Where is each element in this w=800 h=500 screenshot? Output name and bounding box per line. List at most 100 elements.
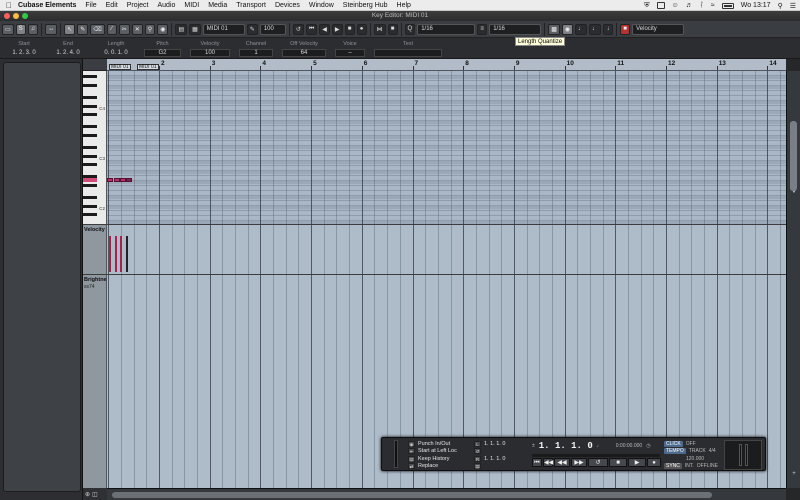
sync-row[interactable]: SYNC INT. OFFLINE	[664, 463, 720, 471]
solo-icon[interactable]: S	[15, 23, 26, 35]
right-locator-row[interactable]: R 1. 1. 1. 0	[474, 455, 530, 463]
go-to-start-icon[interactable]: ⏮	[305, 23, 318, 35]
add-lane-icon[interactable]: ⊕	[85, 491, 90, 498]
display-icon[interactable]	[656, 2, 665, 9]
cycle-icon[interactable]: ↺	[474, 448, 481, 455]
black-key[interactable]	[83, 125, 97, 129]
battery-icon[interactable]	[721, 2, 734, 9]
step-input-icon[interactable]: ▩	[548, 23, 560, 35]
velocity-bar[interactable]	[115, 236, 117, 272]
cycle-button[interactable]: ↺	[588, 458, 608, 467]
info-velocity-value[interactable]: 100	[190, 49, 230, 57]
part-list-icon[interactable]: ▦	[189, 23, 201, 35]
quantize-icon[interactable]: Q	[404, 23, 416, 35]
velocity-bar[interactable]	[109, 236, 111, 272]
info-start[interactable]: Start 1. 2. 3. 0	[4, 38, 44, 59]
black-key[interactable]	[83, 133, 97, 137]
search-icon[interactable]: ⚲	[778, 2, 783, 10]
ruler[interactable]: MIDI 01 MIDI 01 2 3 4 5 6 7 8 9 10 11 12 13 14	[107, 59, 786, 71]
stop-icon[interactable]: ■	[344, 23, 355, 35]
volume-icon[interactable]: ♬	[686, 2, 693, 9]
black-key[interactable]	[83, 183, 97, 187]
info-text-value[interactable]	[374, 49, 442, 57]
record-icon[interactable]: ●	[356, 23, 367, 35]
horizontal-scrollbar[interactable]	[107, 488, 786, 500]
object-selection-tool-icon[interactable]: ↖	[64, 23, 76, 35]
start-at-left-loc-label[interactable]: Start at Left Loc	[418, 448, 457, 454]
color-tool-icon[interactable]: ◉	[157, 23, 169, 35]
close-window-button[interactable]	[4, 13, 10, 19]
velocity-bar[interactable]	[126, 236, 128, 272]
tempo-row[interactable]: TEMPO TRACK 4/4	[664, 448, 720, 456]
time-signature[interactable]: 4/4	[709, 448, 716, 454]
wifi-icon[interactable]: ≈	[711, 2, 715, 9]
sync-tag[interactable]: SYNC	[664, 463, 682, 470]
menu-window[interactable]: Window	[309, 2, 334, 9]
rewind-icon[interactable]: ◀	[319, 23, 330, 35]
go-to-start-button[interactable]: ⏮	[532, 458, 542, 467]
position-slider[interactable]	[532, 454, 660, 457]
info-length-value[interactable]: 0. 0. 1. 0	[96, 50, 136, 56]
menu-transport[interactable]: Transport	[236, 2, 266, 9]
vertical-scroll-thumb[interactable]	[790, 121, 797, 191]
solo-editor-button[interactable]: ▭	[2, 23, 14, 35]
info-text[interactable]: Text	[370, 38, 446, 59]
menu-audio[interactable]: Audio	[158, 2, 176, 9]
mute-tool-icon[interactable]: ✕	[131, 23, 143, 35]
punch-icon[interactable]: ◉	[408, 440, 415, 447]
velocity-bar[interactable]	[120, 236, 122, 272]
info-voice-value[interactable]: –	[335, 49, 365, 57]
split-tool-icon[interactable]: ✂	[118, 23, 130, 35]
black-key[interactable]	[83, 196, 97, 200]
menu-midi[interactable]: MIDI	[184, 2, 199, 9]
velocity-icon[interactable]: ↓	[603, 23, 614, 35]
info-pitch[interactable]: Pitch G2	[140, 38, 185, 59]
app-menu[interactable]: Cubase Elements	[18, 2, 76, 9]
quantize-presets-select[interactable]: 1/16	[417, 23, 476, 35]
start-at-left-loc-row[interactable]: ↞ Start at Left Loc	[408, 448, 472, 456]
tempo-value[interactable]: 120.000	[686, 456, 704, 462]
stop-button[interactable]: ■	[609, 458, 627, 467]
tempo-value-row[interactable]: 120.000	[664, 455, 720, 463]
zoom-in-vertical-icon[interactable]: +	[789, 471, 799, 479]
piano-keyboard[interactable]: C4 C3 C2	[83, 71, 107, 224]
black-key[interactable]	[83, 104, 97, 108]
keep-history-label[interactable]: Keep History	[418, 456, 450, 462]
menu-steinberg-hub[interactable]: Steinberg Hub	[343, 2, 388, 9]
keep-history-row[interactable]: ▤ Keep History	[408, 455, 472, 463]
edit-active-part-icon[interactable]: ✎	[246, 23, 258, 35]
shield-icon[interactable]: ⛨	[644, 2, 649, 10]
locator-icon[interactable]: ↞	[408, 448, 415, 455]
primary-time-display[interactable]: 1. 1. 1. 0	[539, 441, 593, 451]
length-quantize-select[interactable]: 1/16	[489, 23, 542, 35]
left-locator-value[interactable]: 1. 1. 1. 0	[484, 441, 505, 447]
info-start-value[interactable]: 1. 2. 3. 0	[4, 50, 44, 56]
nudge-icon[interactable]: ±	[532, 443, 535, 449]
horizontal-scroll-thumb[interactable]	[112, 492, 712, 498]
forward-icon[interactable]: ▶	[331, 23, 343, 35]
snap-on-off-icon[interactable]: ⋈	[373, 23, 386, 35]
black-key[interactable]	[83, 75, 97, 79]
black-key[interactable]	[83, 113, 97, 116]
draw-tool-icon[interactable]: ✎	[77, 23, 89, 35]
black-key[interactable]	[83, 96, 97, 100]
person-icon[interactable]: ☺	[672, 2, 679, 9]
black-key[interactable]	[83, 213, 97, 216]
velocity-lane-header[interactable]: Velocity	[83, 224, 107, 274]
pitch-icon[interactable]: ♩	[589, 23, 602, 35]
line-tool-icon[interactable]: ∕	[106, 23, 117, 35]
menu-help[interactable]: Help	[397, 2, 411, 9]
show-info-icon[interactable]: ▤	[175, 23, 188, 35]
replace-label[interactable]: Replace	[418, 463, 438, 469]
menu-devices[interactable]: Devices	[275, 2, 300, 9]
brightness-lane-header[interactable]: Brightnes ss74	[83, 274, 110, 488]
menu-file[interactable]: File	[85, 2, 96, 9]
colors-menu-icon[interactable]: ■	[620, 23, 631, 35]
clock-text[interactable]: Wo 13:17	[741, 2, 771, 9]
info-channel-value[interactable]: 1	[239, 49, 273, 57]
zoom-tool-icon[interactable]: ⚲	[144, 23, 156, 35]
lane-presets-icon[interactable]: ◫	[92, 491, 98, 498]
acoustic-feedback-icon[interactable]: ♫	[27, 23, 39, 35]
midi-input-icon[interactable]: ◉	[561, 23, 574, 35]
black-key[interactable]	[83, 83, 97, 87]
